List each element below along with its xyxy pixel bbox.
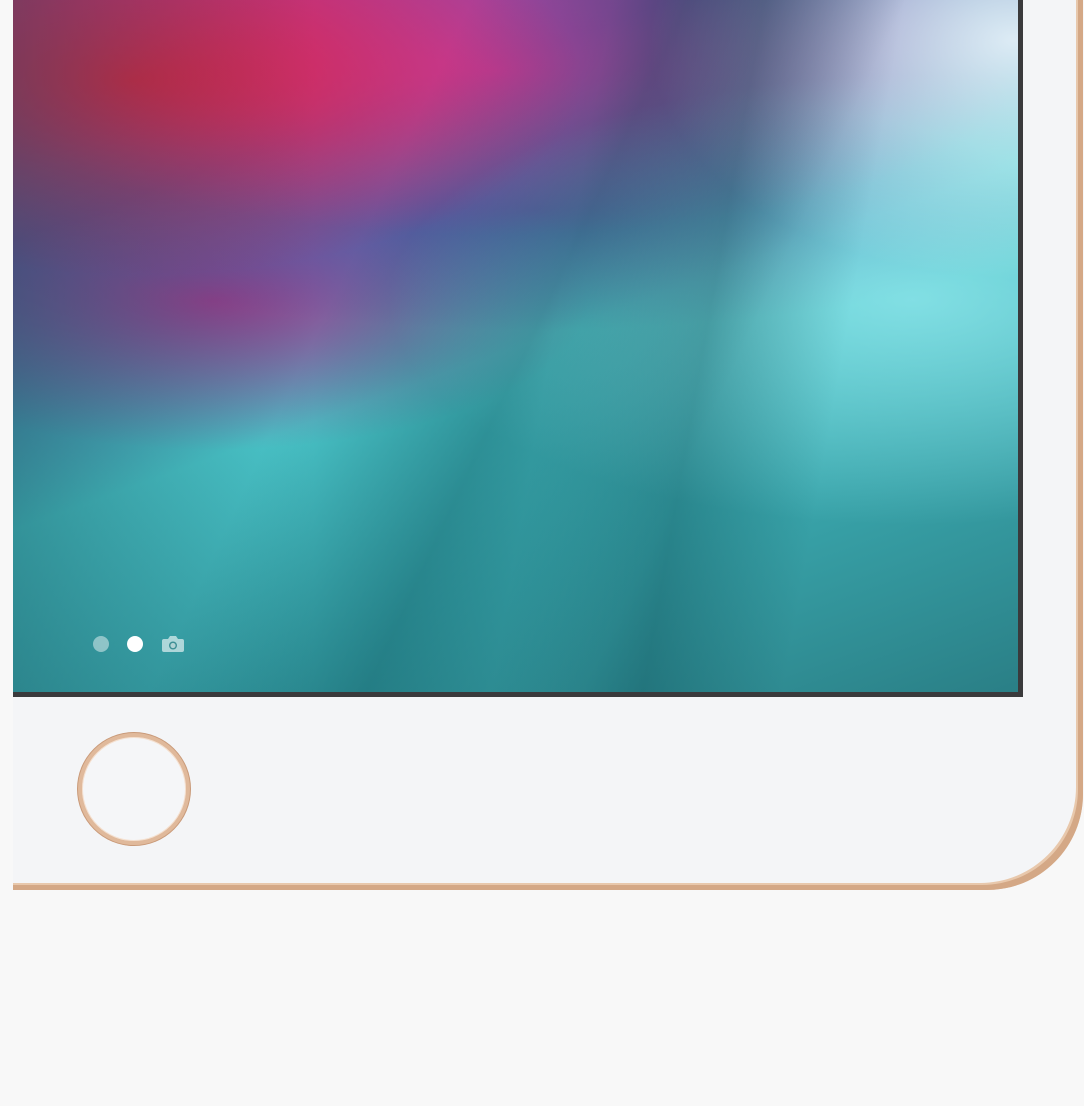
camera-icon[interactable] [161,635,185,653]
ipad-screen [13,0,1023,697]
page-dot-1[interactable] [93,636,109,652]
page-indicator[interactable] [93,635,185,653]
page-dot-2-active[interactable] [127,636,143,652]
ipad-device [13,0,1083,890]
wallpaper [13,0,1018,692]
home-button[interactable] [78,733,190,845]
